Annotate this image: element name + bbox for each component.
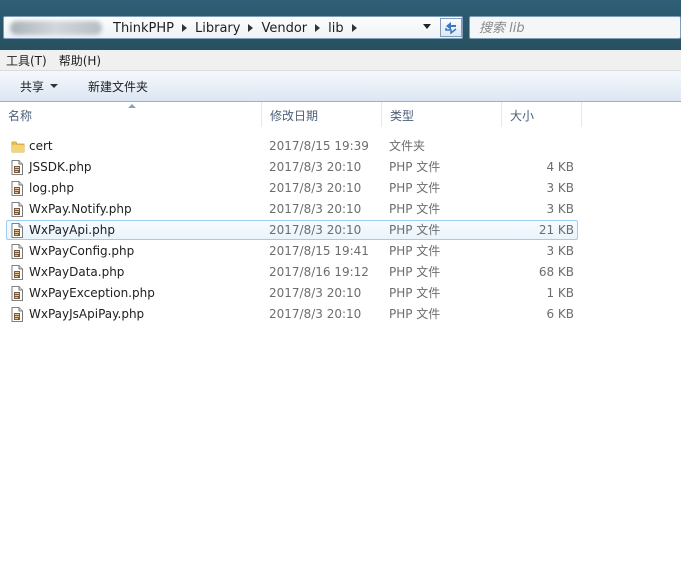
- file-type: PHP 文件: [389, 286, 441, 300]
- php-file-icon: [11, 202, 23, 217]
- file-date: 2017/8/3 20:10: [269, 160, 362, 174]
- file-name: WxPayJsApiPay.php: [29, 307, 145, 321]
- menu-bar: 工具(T) 帮助(H): [0, 50, 681, 71]
- file-row[interactable]: WxPayException.php 2017/8/3 20:10 PHP 文件 1 …: [0, 283, 681, 304]
- file-date: 2017/8/15 19:39: [269, 139, 369, 153]
- php-file-icon: [11, 286, 23, 301]
- folder-icon: [11, 139, 25, 154]
- file-type: PHP 文件: [389, 265, 441, 279]
- breadcrumb: ThinkPHP Library Vendor lib: [109, 20, 361, 36]
- share-button[interactable]: 共享: [20, 78, 68, 95]
- file-name: WxPayConfig.php: [29, 244, 135, 258]
- file-size: 6 KB: [546, 307, 574, 321]
- chevron-down-icon: [50, 84, 59, 88]
- file-date: 2017/8/3 20:10: [269, 181, 362, 195]
- file-type: PHP 文件: [389, 223, 441, 237]
- breadcrumb-item-vendor[interactable]: Vendor: [257, 21, 311, 36]
- file-type: PHP 文件: [389, 307, 441, 321]
- sort-ascending-icon: [128, 104, 136, 108]
- file-row[interactable]: WxPay.Notify.php 2017/8/3 20:10 PHP 文件 3 KB: [0, 199, 681, 220]
- php-file-icon: [11, 265, 23, 280]
- file-date: 2017/8/16 19:12: [269, 265, 369, 279]
- column-header-size[interactable]: 大小: [502, 102, 582, 127]
- address-bar[interactable]: ThinkPHP Library Vendor lib: [3, 16, 463, 39]
- breadcrumb-item-thinkphp[interactable]: ThinkPHP: [109, 21, 178, 36]
- file-type: PHP 文件: [389, 181, 441, 195]
- file-type: PHP 文件: [389, 202, 441, 216]
- breadcrumb-item-lib[interactable]: lib: [324, 21, 347, 36]
- refresh-icon: [445, 22, 457, 34]
- search-box[interactable]: [469, 16, 681, 39]
- blurred-path-segment: [10, 21, 102, 35]
- file-size: 3 KB: [546, 202, 574, 216]
- breadcrumb-item-library[interactable]: Library: [191, 21, 244, 36]
- file-type: 文件夹: [389, 139, 426, 153]
- file-name: cert: [29, 139, 53, 153]
- file-size: 68 KB: [538, 265, 574, 279]
- file-size: 3 KB: [546, 244, 574, 258]
- php-file-icon: [11, 307, 23, 322]
- column-header-name[interactable]: 名称: [0, 102, 262, 127]
- breadcrumb-separator-icon[interactable]: [182, 24, 188, 32]
- file-name: WxPay.Notify.php: [29, 202, 132, 216]
- title-bar: ThinkPHP Library Vendor lib: [0, 0, 681, 50]
- column-header-date[interactable]: 修改日期: [262, 102, 382, 127]
- file-size: 1 KB: [546, 286, 574, 300]
- php-file-icon: [11, 160, 23, 175]
- address-history-dropdown-icon[interactable]: [423, 24, 431, 29]
- file-row[interactable]: cert 2017/8/15 19:39 文件夹: [0, 136, 681, 157]
- file-size: [508, 136, 574, 157]
- breadcrumb-separator-icon[interactable]: [248, 24, 254, 32]
- file-date: 2017/8/15 19:41: [269, 244, 369, 258]
- file-name: WxPayException.php: [29, 286, 155, 300]
- menu-tools[interactable]: 工具(T): [0, 52, 53, 69]
- file-name: log.php: [29, 181, 74, 195]
- column-header-row: 名称 修改日期 类型 大小: [0, 102, 681, 127]
- file-date: 2017/8/3 20:10: [269, 307, 362, 321]
- menu-help[interactable]: 帮助(H): [53, 52, 107, 69]
- file-name: WxPayData.php: [29, 265, 125, 279]
- file-row[interactable]: WxPayConfig.php 2017/8/15 19:41 PHP 文件 3 KB: [0, 241, 681, 262]
- column-header-date-label: 修改日期: [270, 109, 319, 123]
- new-folder-button[interactable]: 新建文件夹: [88, 78, 158, 95]
- file-row[interactable]: WxPayData.php 2017/8/16 19:12 PHP 文件 68 KB: [0, 262, 681, 283]
- share-label: 共享: [20, 79, 45, 94]
- file-row[interactable]: WxPayJsApiPay.php 2017/8/3 20:10 PHP 文件 6 K…: [0, 304, 681, 325]
- file-date: 2017/8/3 20:10: [269, 202, 362, 216]
- file-size: 21 KB: [538, 223, 574, 237]
- breadcrumb-separator-icon[interactable]: [351, 24, 357, 32]
- column-header-type[interactable]: 类型: [382, 102, 502, 127]
- php-file-icon: [11, 181, 23, 196]
- file-type: PHP 文件: [389, 244, 441, 258]
- php-file-icon: [11, 244, 23, 259]
- file-date: 2017/8/3 20:10: [269, 223, 362, 237]
- file-name: WxPayApi.php: [29, 223, 115, 237]
- search-input[interactable]: [470, 17, 671, 39]
- file-row[interactable]: log.php 2017/8/3 20:10 PHP 文件 3 KB: [0, 178, 681, 199]
- command-bar: 共享 新建文件夹: [0, 71, 681, 102]
- new-folder-label: 新建文件夹: [88, 79, 149, 94]
- column-header-name-label: 名称: [8, 109, 33, 123]
- column-header-size-label: 大小: [510, 109, 535, 123]
- file-type: PHP 文件: [389, 160, 441, 174]
- file-list: cert 2017/8/15 19:39 文件夹 JSSDK.php 2017/8/3 …: [0, 136, 681, 325]
- file-name: JSSDK.php: [29, 160, 92, 174]
- file-row[interactable]: WxPayApi.php 2017/8/3 20:10 PHP 文件 21 KB: [0, 220, 681, 241]
- file-row[interactable]: JSSDK.php 2017/8/3 20:10 PHP 文件 4 KB: [0, 157, 681, 178]
- column-header-type-label: 类型: [390, 109, 415, 123]
- php-file-icon: [11, 223, 23, 238]
- breadcrumb-separator-icon[interactable]: [315, 24, 321, 32]
- file-size: 3 KB: [546, 181, 574, 195]
- refresh-button[interactable]: [440, 18, 462, 37]
- file-date: 2017/8/3 20:10: [269, 286, 362, 300]
- file-size: 4 KB: [546, 160, 574, 174]
